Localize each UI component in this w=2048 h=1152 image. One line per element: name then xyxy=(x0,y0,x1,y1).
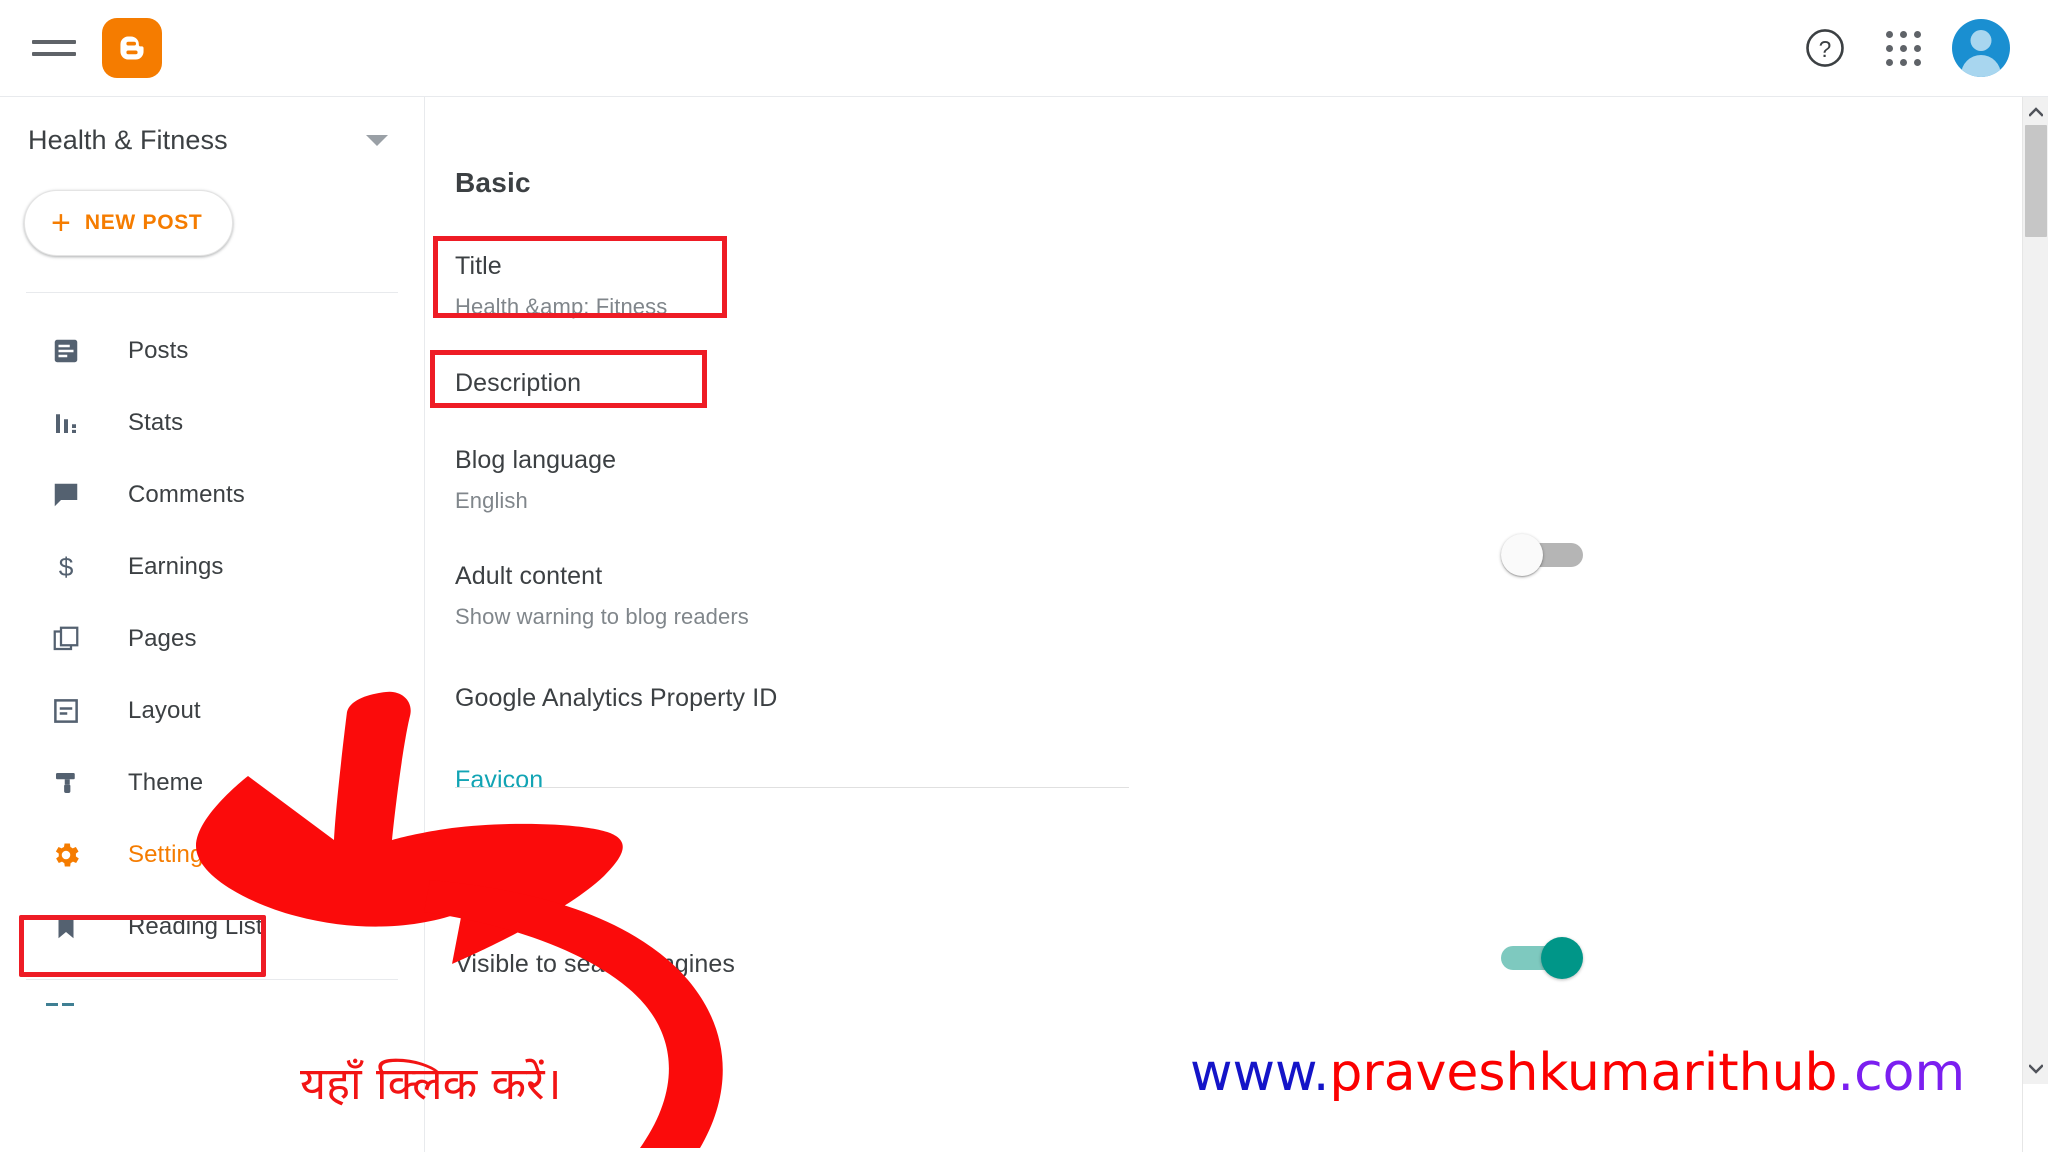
settings-content: Basic Title Health &amp; Fitness Descrip… xyxy=(426,97,2022,1152)
favicon-link[interactable]: Favicon xyxy=(455,766,2022,795)
sidebar-item-posts[interactable]: Posts xyxy=(0,315,424,387)
title-label: Title xyxy=(455,252,502,280)
sidebar-item-settings[interactable]: Settings xyxy=(0,819,424,891)
chevron-up-icon[interactable] xyxy=(2023,99,2048,125)
bookmark-icon xyxy=(46,907,86,947)
setting-row-visible-search[interactable]: Visible to search engines xyxy=(455,950,2022,979)
top-app-bar: ? xyxy=(0,0,2048,97)
hamburger-menu-icon[interactable] xyxy=(32,33,76,63)
vertical-scrollbar[interactable] xyxy=(2022,97,2048,1152)
sidebar-item-theme[interactable]: Theme xyxy=(0,747,424,819)
gear-icon xyxy=(46,835,86,875)
sidebar-item-label: Theme xyxy=(128,769,204,796)
basic-section-heading: Basic xyxy=(455,167,531,198)
sidebar-nav: Posts Stats Comments $ Earnings Pages La… xyxy=(0,293,424,1018)
setting-row-favicon[interactable]: Favicon xyxy=(455,766,2022,795)
pages-copy-icon xyxy=(46,619,86,659)
help-circle-icon[interactable]: ? xyxy=(1786,9,1864,87)
svg-text:$: $ xyxy=(59,552,74,582)
setting-row-blog-language[interactable]: Blog language English xyxy=(455,446,2022,514)
sidebar-item-label: Posts xyxy=(128,337,189,364)
blogger-settings-screen: ? Health & Fitness + NEW POST Posts Stat… xyxy=(0,0,2048,1152)
sidebar-item-reading-list[interactable]: Reading List xyxy=(0,891,424,963)
chevron-down-icon[interactable] xyxy=(366,135,388,146)
layout-icon xyxy=(46,691,86,731)
sidebar-item-label: Earnings xyxy=(128,553,224,580)
title-value: Health &amp; Fitness xyxy=(455,294,668,319)
setting-row-google-analytics[interactable]: Google Analytics Property ID xyxy=(455,684,2022,713)
google-analytics-label: Google Analytics Property ID xyxy=(455,684,778,712)
sidebar-item-label: Stats xyxy=(128,409,184,436)
visible-search-label: Visible to search engines xyxy=(455,950,735,978)
comment-bubble-icon xyxy=(46,475,86,515)
sidebar-item-label: Layout xyxy=(128,697,201,724)
dollar-sign-icon: $ xyxy=(46,547,86,587)
blog-name-label: Health & Fitness xyxy=(28,125,228,155)
blog-language-label: Blog language xyxy=(455,446,617,474)
setting-row-adult-content[interactable]: Adult content Show warning to blog reade… xyxy=(455,562,2022,630)
section-divider xyxy=(455,787,1129,788)
setting-row-description[interactable]: Description xyxy=(455,369,2022,398)
blogger-logo-icon[interactable] xyxy=(102,18,162,78)
adult-content-label: Adult content xyxy=(455,562,603,590)
sidebar: Health & Fitness + NEW POST Posts Stats … xyxy=(0,97,425,1152)
sidebar-item-comments[interactable]: Comments xyxy=(0,459,424,531)
sidebar-item-truncated[interactable] xyxy=(0,980,424,1018)
sidebar-item-label: Reading List xyxy=(128,913,263,940)
avatar[interactable] xyxy=(1942,9,2020,87)
chevron-down-icon[interactable] xyxy=(2023,1056,2048,1082)
visible-search-toggle[interactable] xyxy=(1501,937,1583,979)
sidebar-item-layout[interactable]: Layout xyxy=(0,675,424,747)
paint-roller-icon xyxy=(46,763,86,803)
sidebar-item-earnings[interactable]: $ Earnings xyxy=(0,531,424,603)
blog-language-value: English xyxy=(455,488,528,513)
sidebar-item-pages[interactable]: Pages xyxy=(0,603,424,675)
scrollbar-thumb[interactable] xyxy=(2025,125,2047,237)
privacy-section-heading: Privacy xyxy=(455,870,557,901)
apps-grid-icon[interactable] xyxy=(1864,9,1942,87)
adult-content-value: Show warning to blog readers xyxy=(455,604,749,629)
setting-row-title[interactable]: Title Health &amp; Fitness xyxy=(455,252,2022,320)
plus-icon: + xyxy=(51,204,71,242)
new-post-label: NEW POST xyxy=(84,211,203,234)
sidebar-item-label: Comments xyxy=(128,481,245,508)
bar-chart-icon xyxy=(46,403,86,443)
topbar-actions: ? xyxy=(1786,9,2048,87)
svg-text:?: ? xyxy=(1819,36,1832,62)
sidebar-item-label: Settings xyxy=(128,841,216,868)
sidebar-item-stats[interactable]: Stats xyxy=(0,387,424,459)
blog-selector[interactable]: Health & Fitness xyxy=(0,97,424,166)
article-icon xyxy=(46,331,86,371)
sidebar-item-label: Pages xyxy=(128,625,197,652)
new-post-button[interactable]: + NEW POST xyxy=(24,190,234,256)
description-label: Description xyxy=(455,369,582,397)
adult-content-toggle[interactable] xyxy=(1501,534,1583,576)
